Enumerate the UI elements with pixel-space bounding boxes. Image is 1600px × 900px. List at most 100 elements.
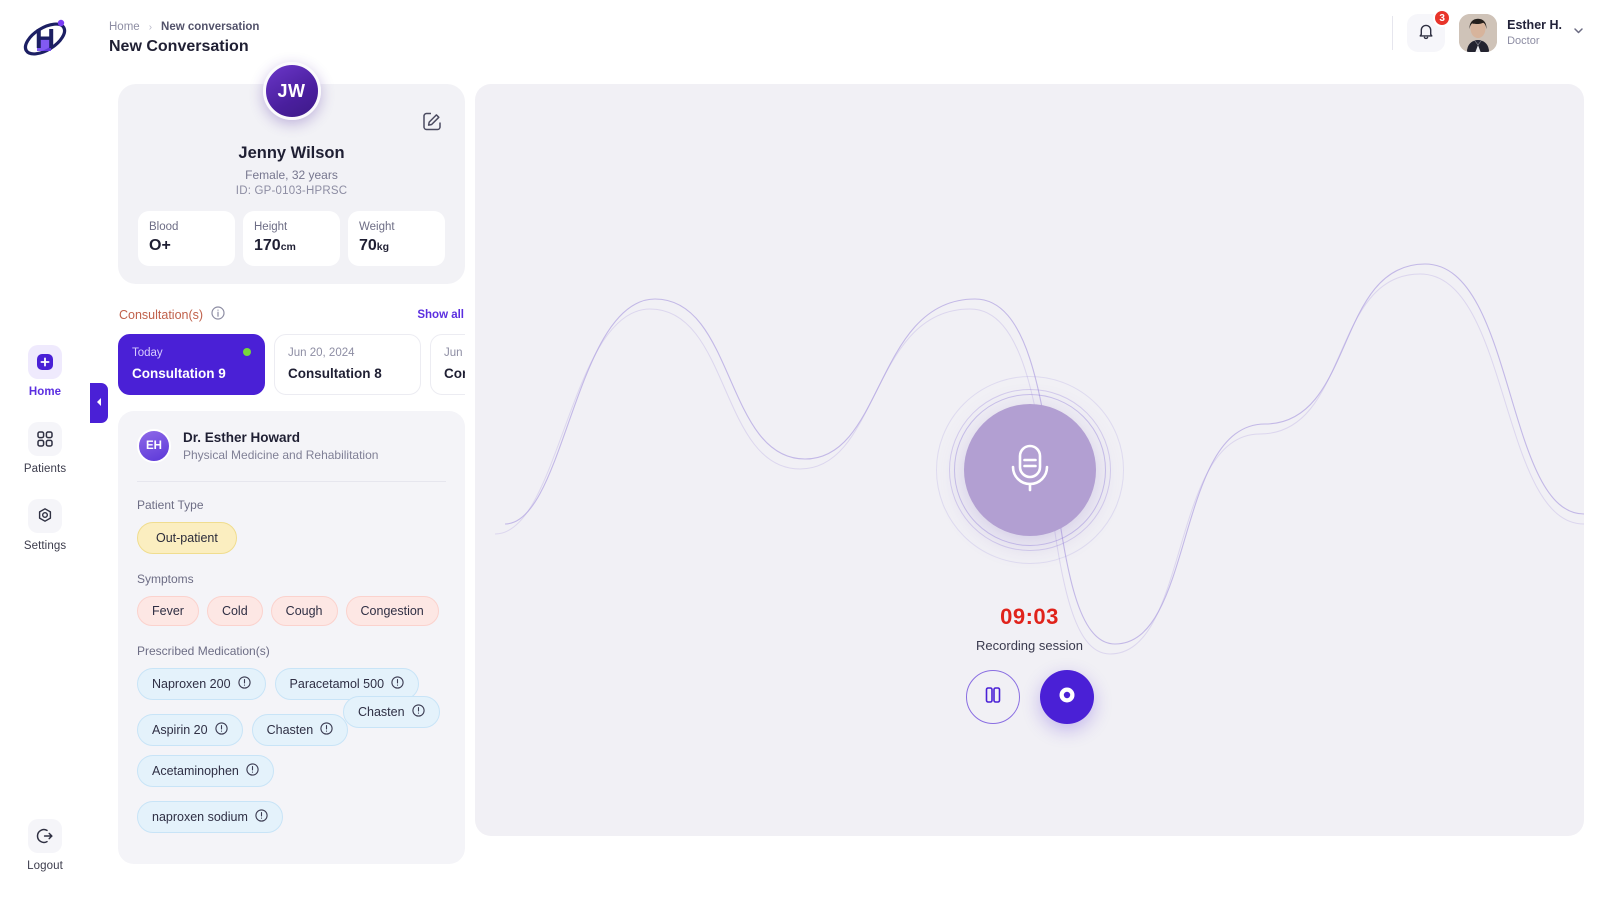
vital-value: 70 [359, 237, 377, 254]
consultations-header: Consultation(s) Show all [118, 306, 465, 323]
symptoms-chips: Fever Cold Cough Congestion [137, 596, 446, 626]
vital-label: Weight [359, 221, 395, 233]
doctor-avatar: EH [137, 429, 171, 463]
vital-weight: Weight 70kg [348, 211, 445, 266]
doctor-specialty: Physical Medicine and Rehabilitation [183, 448, 379, 462]
pause-button[interactable] [965, 670, 1020, 724]
breadcrumb-separator-icon: › [148, 21, 153, 33]
consultation-card[interactable]: Jun Con [430, 334, 465, 395]
patient-type-chips: Out-patient [137, 522, 446, 554]
info-circle-icon[interactable] [411, 704, 425, 720]
medication-chip[interactable]: Aspirin 20 [137, 714, 243, 746]
user-info: Esther H. Doctor [1507, 18, 1562, 48]
patient-sidebar: JW Jenny Wilson Female, 32 years ID: GP-… [118, 62, 465, 864]
recording-controls [475, 670, 1584, 724]
stop-button[interactable] [1039, 670, 1094, 724]
info-circle-icon[interactable] [237, 676, 251, 692]
grid-icon [28, 422, 62, 456]
chevron-left-icon [95, 394, 103, 412]
divider [137, 481, 446, 482]
medication-chip[interactable]: Chasten [251, 714, 349, 746]
breadcrumb: Home › New conversation [109, 21, 259, 33]
bell-icon [1417, 22, 1435, 45]
vital-label: Blood [149, 221, 179, 233]
sidebar-item-patients[interactable]: Patients [0, 422, 90, 475]
medication-name: Chasten [266, 723, 314, 737]
symptom-chip[interactable]: Cold [206, 596, 263, 626]
doctor-row: EH Dr. Esther Howard Physical Medicine a… [137, 429, 446, 463]
sidebar-item-home[interactable]: Home [0, 345, 90, 398]
consultation-date: Jun 20, 2024 [288, 347, 355, 359]
edit-patient-button[interactable] [419, 110, 445, 136]
svg-text:H: H [35, 23, 55, 54]
chevron-down-icon[interactable] [1572, 24, 1585, 42]
symptoms-label: Symptoms [137, 572, 194, 586]
patient-card: JW Jenny Wilson Female, 32 years ID: GP-… [118, 62, 465, 284]
medication-chip[interactable]: naproxen sodium [137, 801, 283, 833]
medication-name: Naproxen 200 [152, 677, 231, 691]
patient-avatar: JW [262, 62, 321, 120]
notifications-button[interactable]: 3 [1407, 9, 1452, 52]
show-all-link[interactable]: Show all [417, 309, 464, 321]
consultation-date: Jun [444, 347, 463, 359]
medications-row: Acetaminophen [137, 755, 446, 787]
medication-name: Acetaminophen [152, 764, 239, 778]
vitals-row: Blood O+ Height 170cm Weight 70kg [138, 211, 445, 266]
sidebar-item-label: Home [28, 386, 62, 398]
consultations-label: Consultation(s) [119, 307, 204, 322]
symptom-chip[interactable]: Fever [137, 596, 199, 626]
user-name: Esther H. [1507, 18, 1562, 33]
mic-stage: 09:03 Recording session [475, 376, 1584, 653]
medication-name: Aspirin 20 [152, 723, 208, 737]
medication-name: naproxen sodium [152, 810, 248, 824]
consultations-title-group: Consultation(s) [119, 306, 225, 323]
info-circle-icon[interactable] [246, 763, 259, 779]
sidebar: H Home Patients Settings Logout [0, 0, 90, 900]
medications-row: naproxen sodium [137, 801, 446, 833]
consultation-card[interactable]: Jun 20, 2024 Consultation 8 [274, 334, 421, 395]
vital-label: Height [254, 221, 288, 233]
avatar [1459, 14, 1498, 52]
edit-pencil-icon [421, 110, 443, 137]
patient-name: Jenny Wilson [238, 144, 345, 162]
vital-unit: cm [280, 241, 296, 253]
sidebar-item-logout[interactable]: Logout [0, 819, 90, 872]
sidebar-item-label: Patients [23, 463, 67, 475]
sidebar-item-settings[interactable]: Settings [0, 499, 90, 552]
consultations-list: Today Consultation 9 Jun 20, 2024 Consul… [118, 334, 465, 395]
sidebar-nav: Home Patients Settings [0, 345, 90, 576]
record-stop-icon [1054, 682, 1080, 713]
consultation-date: Today [132, 347, 163, 359]
sidebar-item-label: Settings [23, 540, 67, 552]
user-role: Doctor [1507, 34, 1540, 47]
sidebar-collapse-toggle[interactable] [90, 383, 108, 423]
patient-type-chip[interactable]: Out-patient [137, 522, 237, 554]
medication-chip[interactable]: Naproxen 200 [137, 668, 266, 700]
info-circle-icon[interactable] [214, 722, 228, 738]
medication-name: Paracetamol 500 [289, 677, 385, 691]
info-circle-icon[interactable] [391, 676, 404, 692]
medication-chip-overlay[interactable]: Chasten [343, 696, 440, 728]
symptom-chip[interactable]: Congestion [345, 596, 439, 626]
recording-status: Recording session [976, 638, 1083, 653]
info-icon[interactable] [211, 306, 225, 323]
patient-type-label: Patient Type [137, 498, 204, 512]
pulse-ring-inner [953, 394, 1106, 546]
consultation-card[interactable]: Today Consultation 9 [118, 334, 265, 395]
info-circle-icon[interactable] [255, 809, 268, 825]
doctor-name: Dr. Esther Howard [183, 430, 301, 445]
logout-icon [28, 819, 62, 853]
user-menu[interactable]: Esther H. Doctor [1459, 14, 1585, 52]
breadcrumb-home[interactable]: Home [109, 21, 140, 33]
consultation-name: Con [444, 366, 465, 381]
info-circle-icon[interactable] [320, 722, 333, 738]
symptom-chip[interactable]: Cough [270, 596, 338, 626]
medications-label: Prescribed Medication(s) [137, 644, 270, 658]
doctor-info: Dr. Esther Howard Physical Medicine and … [183, 430, 378, 462]
vital-blood: Blood O+ [138, 211, 235, 266]
header-divider [1392, 16, 1394, 50]
medication-chip[interactable]: Acetaminophen [137, 755, 274, 787]
medications-list: Naproxen 200 Paracetamol 500 Chasten Asp… [137, 668, 446, 833]
hospital-logo: H [18, 12, 72, 66]
consultation-name: Consultation 9 [132, 366, 226, 381]
